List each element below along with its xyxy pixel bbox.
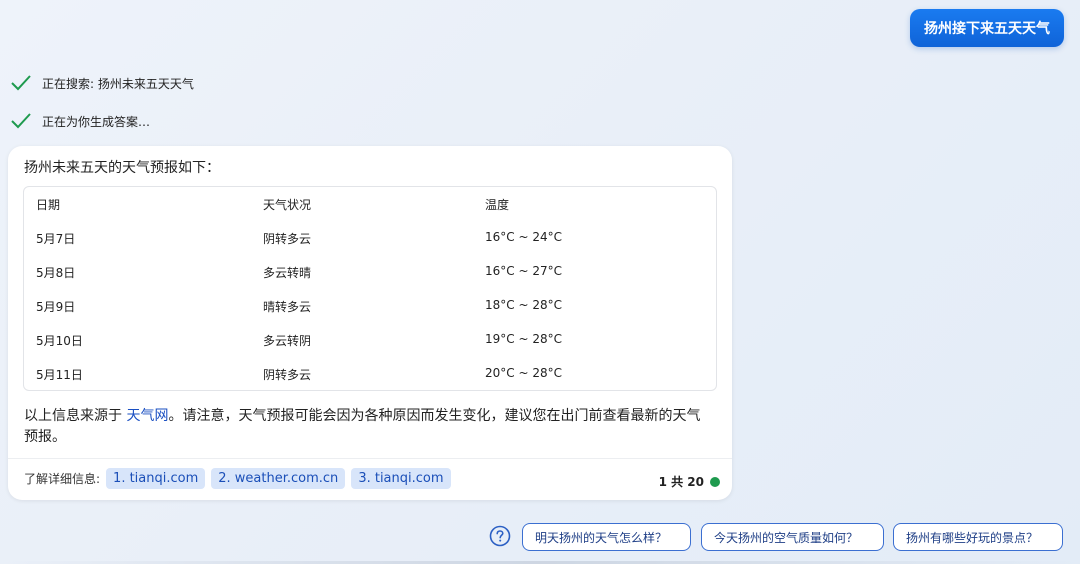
table-cell-condition: 晴转多云 xyxy=(263,300,312,314)
table-cell-date: 5月10日 xyxy=(36,334,83,348)
table-row: 5月9日 晴转多云 18°C ~ 28°C xyxy=(24,289,716,323)
progress-searching: 正在搜索: 扬州未来五天天气 xyxy=(10,74,194,92)
check-icon xyxy=(11,75,31,91)
turn-counter: 1 共 20 xyxy=(659,473,720,490)
references-label: 了解详细信息: xyxy=(24,472,101,486)
card-divider xyxy=(8,458,732,459)
table-cell-date: 5月11日 xyxy=(36,368,83,382)
table-cell-temperature: 20°C ~ 28°C xyxy=(485,366,562,380)
table-row: 5月11日 阴转多云 20°C ~ 28°C xyxy=(24,357,716,391)
table-cell-condition: 阴转多云 xyxy=(263,368,312,382)
table-cell-date: 5月9日 xyxy=(36,300,76,314)
progress-text: 正在为你生成答案… xyxy=(42,114,151,129)
answer-card: 扬州未来五天的天气预报如下： 日期 天气状况 温度 5月7日 阴转多云 16°C… xyxy=(8,146,732,500)
table-cell-temperature: 19°C ~ 28°C xyxy=(485,332,562,346)
progress-text: 正在搜索: 扬州未来五天天气 xyxy=(42,76,194,91)
table-header-date: 日期 xyxy=(36,198,61,212)
table-cell-condition: 阴转多云 xyxy=(263,232,312,246)
check-icon xyxy=(11,113,31,129)
table-cell-date: 5月7日 xyxy=(36,232,76,246)
reference-link-1[interactable]: 1. tianqi.com xyxy=(106,468,206,489)
source-link[interactable]: 天气网 xyxy=(126,408,168,424)
turn-counter-text: 1 共 20 xyxy=(658,475,704,489)
user-query-bubble: 扬州接下来五天天气 xyxy=(910,9,1064,47)
table-cell-temperature: 18°C ~ 28°C xyxy=(485,298,562,312)
progress-generating: 正在为你生成答案… xyxy=(10,112,150,130)
table-row: 5月7日 阴转多云 16°C ~ 24°C xyxy=(24,221,716,255)
table-cell-temperature: 16°C ~ 27°C xyxy=(485,264,562,278)
table-header-temperature: 温度 xyxy=(485,198,510,212)
status-dot-icon xyxy=(710,476,720,487)
table-cell-condition: 多云转晴 xyxy=(263,266,312,280)
weather-table: 日期 天气状况 温度 5月7日 阴转多云 16°C ~ 24°C 5月8日 多云… xyxy=(23,186,717,391)
table-cell-temperature: 16°C ~ 24°C xyxy=(485,230,562,244)
reference-link-2[interactable]: 2. weather.com.cn xyxy=(211,468,346,489)
references-bar: 了解详细信息: 1. tianqi.com 2. weather.com.cn … xyxy=(24,468,451,489)
answer-intro: 扬州未来五天的天气预报如下： xyxy=(24,160,220,176)
table-cell-date: 5月8日 xyxy=(36,266,76,280)
suggestion-button-2[interactable]: 今天扬州的空气质量如何？ xyxy=(701,523,884,551)
help-circle-icon[interactable] xyxy=(489,525,511,547)
suggestion-button-3[interactable]: 扬州有哪些好玩的景点？ xyxy=(893,523,1063,551)
table-row: 5月8日 多云转晴 16°C ~ 27°C xyxy=(24,255,716,289)
table-row: 5月10日 多云转阴 19°C ~ 28°C xyxy=(24,323,716,357)
table-header-condition: 天气状况 xyxy=(263,198,312,212)
source-prefix: 以上信息来源于 xyxy=(24,408,127,424)
reference-link-3[interactable]: 3. tianqi.com xyxy=(351,468,451,489)
table-cell-condition: 多云转阴 xyxy=(263,334,312,348)
table-header-row: 日期 天气状况 温度 xyxy=(24,187,716,221)
suggestion-button-1[interactable]: 明天扬州的天气怎么样？ xyxy=(522,523,691,551)
source-note: 以上信息来源于 天气网。请注意，天气预报可能会因为各种原因而发生变化，建议您在出… xyxy=(24,406,714,448)
